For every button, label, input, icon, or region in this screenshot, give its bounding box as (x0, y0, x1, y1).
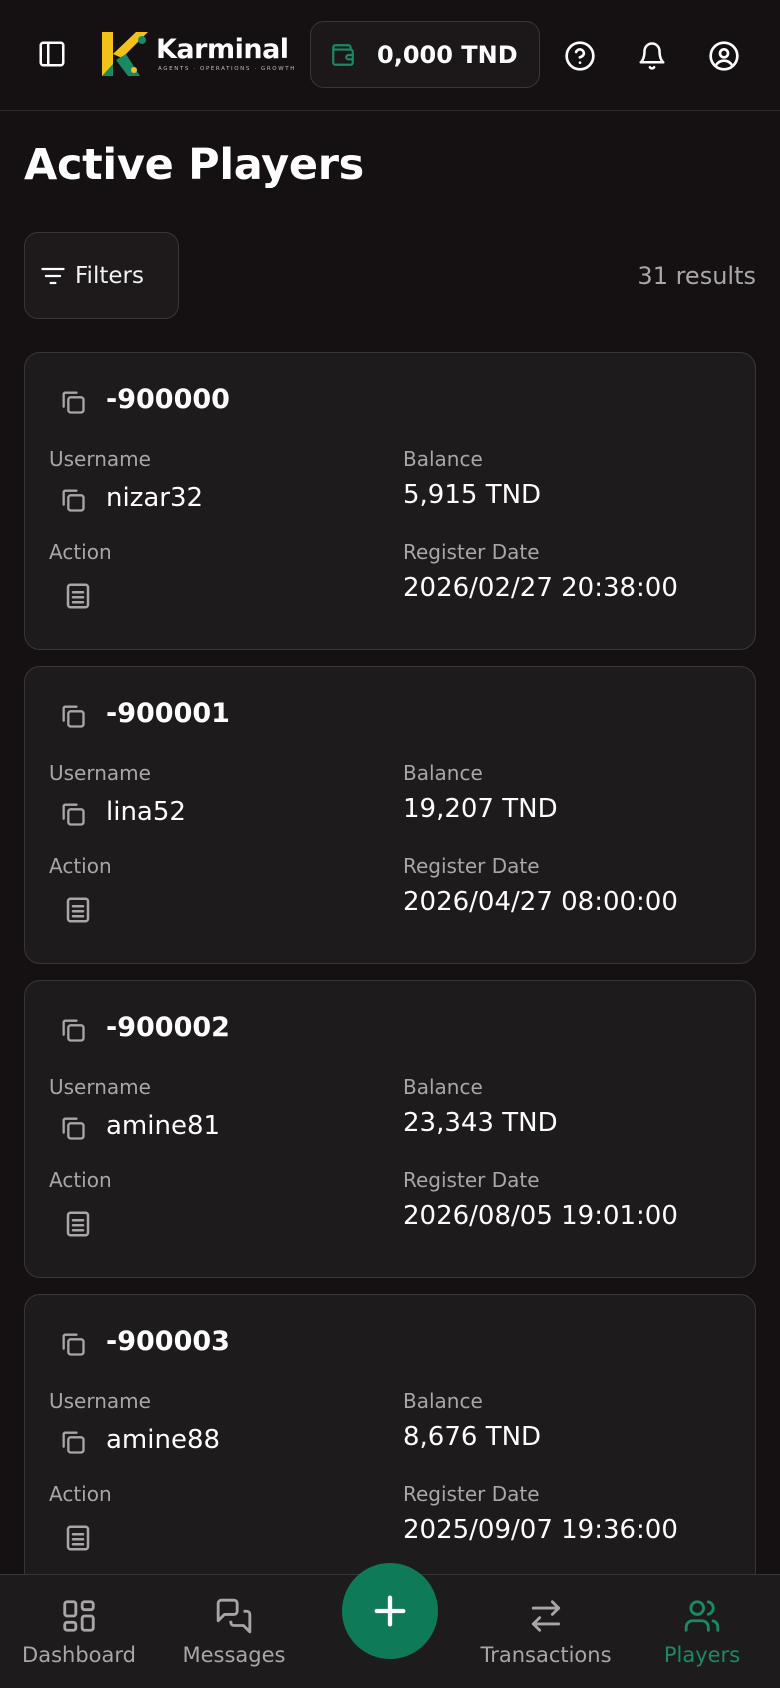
nav-dashboard[interactable]: Dashboard (14, 1575, 144, 1688)
action-label: Action (49, 540, 112, 564)
balance-value: 19,207 TND (403, 794, 558, 824)
copy-icon[interactable] (59, 1330, 87, 1358)
player-id: -900002 (106, 1012, 230, 1043)
username-value: nizar32 (106, 483, 204, 513)
add-button[interactable] (342, 1563, 438, 1659)
register-date-label: Register Date (403, 854, 540, 878)
help-button[interactable] (558, 34, 602, 78)
profile-button[interactable] (702, 34, 746, 78)
action-label: Action (49, 854, 112, 878)
username-label: Username (49, 447, 151, 471)
copy-icon[interactable] (59, 486, 87, 514)
register-date-value: 2026/02/27 20:38:00 (403, 573, 678, 603)
balance-label: Balance (403, 1075, 483, 1099)
nav-transactions[interactable]: Transactions (466, 1575, 626, 1688)
player-id: -900000 (106, 384, 230, 415)
player-card: -900003 Username amine88 Balance 8,676 T… (24, 1294, 756, 1592)
plus-icon (374, 1595, 406, 1627)
brand-name: Karminal (156, 34, 289, 65)
top-header: Karminal AGENTS · OPERATIONS · GROWTH 0,… (0, 0, 780, 111)
action-label: Action (49, 1482, 112, 1506)
nav-messages-label: Messages (182, 1643, 286, 1667)
balance-label: Balance (403, 761, 483, 785)
balance-label: Balance (403, 1389, 483, 1413)
app-root: Karminal AGENTS · OPERATIONS · GROWTH 0,… (0, 0, 780, 1688)
brand-logo[interactable]: Karminal AGENTS · OPERATIONS · GROWTH (100, 30, 294, 78)
register-date-value: 2026/04/27 08:00:00 (403, 887, 678, 917)
register-date-label: Register Date (403, 1168, 540, 1192)
copy-icon[interactable] (59, 800, 87, 828)
username-value: amine81 (106, 1111, 221, 1141)
notifications-button[interactable] (630, 34, 674, 78)
copy-icon[interactable] (59, 702, 87, 730)
sidebar-toggle-button[interactable] (32, 34, 72, 74)
document-icon[interactable] (63, 895, 93, 925)
wallet-icon (332, 44, 354, 66)
nav-dashboard-label: Dashboard (22, 1643, 136, 1667)
player-card: -900002 Username amine81 Balance 23,343 … (24, 980, 756, 1278)
balance-label: Balance (403, 447, 483, 471)
filter-icon (41, 267, 65, 284)
copy-icon[interactable] (59, 1114, 87, 1142)
brand-tagline: AGENTS · OPERATIONS · GROWTH (158, 66, 296, 72)
help-icon (565, 41, 595, 71)
username-label: Username (49, 1075, 151, 1099)
register-date-label: Register Date (403, 1482, 540, 1506)
player-card: -900000 Username nizar32 Balance 5,915 T… (24, 352, 756, 650)
document-icon[interactable] (63, 1523, 93, 1553)
username-value: lina52 (106, 797, 186, 827)
balance-value: 5,915 TND (403, 480, 542, 510)
username-label: Username (49, 1389, 151, 1413)
page-title: Active Players (24, 140, 364, 190)
nav-players-label: Players (663, 1643, 741, 1667)
bell-icon (639, 42, 665, 70)
copy-icon[interactable] (59, 1016, 87, 1044)
username-value: amine88 (106, 1425, 221, 1455)
user-icon (709, 41, 739, 71)
nav-messages[interactable]: Messages (174, 1575, 294, 1688)
transactions-icon (531, 1600, 561, 1632)
sidebar-toggle-icon (39, 41, 65, 67)
messages-icon (216, 1598, 252, 1634)
username-label: Username (49, 761, 151, 785)
wallet-balance-button[interactable]: 0,000 TND (310, 21, 540, 88)
copy-icon[interactable] (59, 388, 87, 416)
document-icon[interactable] (63, 1209, 93, 1239)
balance-value: 23,343 TND (403, 1108, 558, 1138)
balance-value: 8,676 TND (403, 1422, 542, 1452)
copy-icon[interactable] (59, 1428, 87, 1456)
players-icon (684, 1600, 720, 1632)
register-date-label: Register Date (403, 540, 540, 564)
nav-players[interactable]: Players (652, 1575, 752, 1688)
register-date-value: 2025/09/07 19:36:00 (403, 1515, 678, 1545)
register-date-value: 2026/08/05 19:01:00 (403, 1201, 678, 1231)
logo-mark-icon (102, 32, 148, 76)
dashboard-icon (63, 1600, 95, 1632)
wallet-amount: 0,000 TND (377, 41, 518, 69)
action-label: Action (49, 1168, 112, 1192)
document-icon[interactable] (63, 581, 93, 611)
results-count: 31 results (637, 262, 756, 290)
player-id: -900003 (106, 1326, 230, 1357)
filters-button[interactable]: Filters (24, 232, 179, 319)
filters-label: Filters (75, 262, 144, 289)
nav-transactions-label: Transactions (480, 1643, 612, 1667)
player-card: -900001 Username lina52 Balance 19,207 T… (24, 666, 756, 964)
player-id: -900001 (106, 698, 230, 729)
